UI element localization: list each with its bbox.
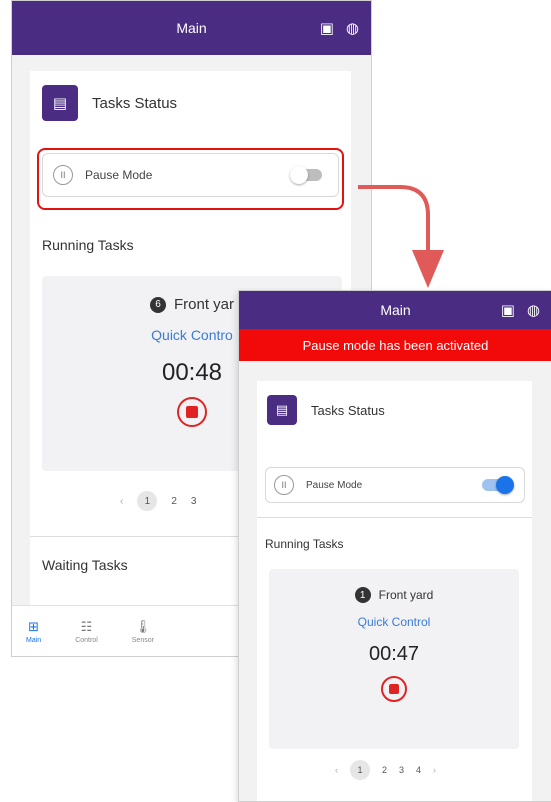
transition-arrow (358, 185, 444, 288)
